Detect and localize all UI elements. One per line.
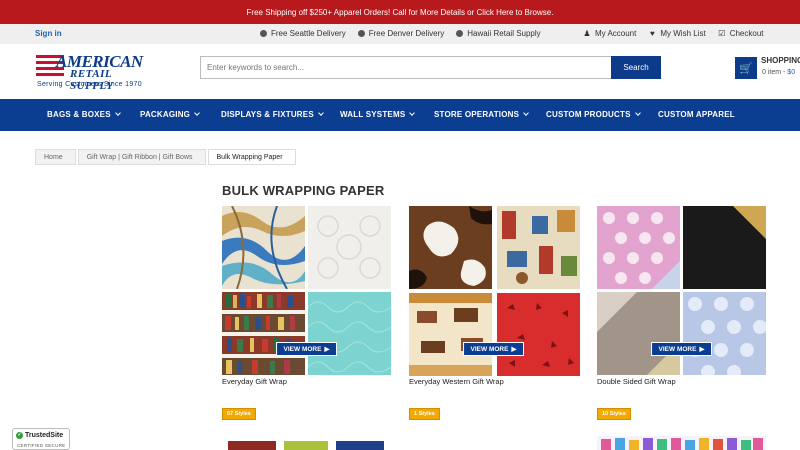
globe-icon xyxy=(357,30,365,37)
chevron-down-icon xyxy=(634,110,641,116)
product-thumbnail xyxy=(597,292,680,375)
nav-custom-apparel[interactable]: CUSTOM APPAREL xyxy=(658,110,735,119)
nav-bags-boxes[interactable]: BAGS & BOXES xyxy=(47,110,121,119)
product-thumbnail xyxy=(683,292,766,375)
play-icon: ▶ xyxy=(511,346,517,353)
user-icon: ♟ xyxy=(583,28,591,38)
product-image-grid[interactable]: VIEW MORE ▶ xyxy=(222,206,391,375)
heart-icon: ♥ xyxy=(649,28,655,38)
styles-badge: 1 Styles xyxy=(409,408,440,420)
product-thumbnail xyxy=(284,441,328,450)
check-icon: ✓ xyxy=(16,432,23,439)
product-thumbnail xyxy=(222,206,305,289)
cart-title[interactable]: SHOPPING xyxy=(761,56,800,65)
checkout-link[interactable]: ☑ Checkout xyxy=(718,28,763,38)
styles-badge: 10 Styles xyxy=(597,408,631,420)
product-thumbnail xyxy=(222,292,305,375)
chevron-down-icon xyxy=(318,110,324,116)
trustedsite-badge[interactable]: ✓ TrustedSite CERTIFIED SECURE xyxy=(12,428,70,450)
view-more-button[interactable]: VIEW MORE ▶ xyxy=(650,342,713,356)
play-icon: ▶ xyxy=(324,346,330,353)
view-more-button[interactable]: VIEW MORE ▶ xyxy=(462,342,525,356)
logo-tagline: Serving Customers Since 1970 xyxy=(37,81,142,88)
styles-badge: 57 Styles xyxy=(222,408,256,420)
search-button[interactable]: Search xyxy=(611,56,661,79)
play-icon: ▶ xyxy=(699,346,705,353)
site-header: AMERICAN RETAIL SUPPLY Serving Customers… xyxy=(0,44,800,99)
product-thumbnail xyxy=(336,441,384,450)
delivery-links: Free Seattle Delivery Free Denver Delive… xyxy=(260,29,541,38)
product-thumbnail xyxy=(597,436,766,450)
nav-displays-fixtures[interactable]: DISPLAYS & FIXTURES xyxy=(221,110,324,119)
product-thumbnail xyxy=(308,292,391,375)
nav-packaging[interactable]: PACKAGING xyxy=(140,110,200,119)
site-logo[interactable]: AMERICAN RETAIL SUPPLY Serving Customers… xyxy=(36,53,146,92)
product-image-grid[interactable]: VIEW MORE ▶ xyxy=(409,206,580,376)
my-account-link[interactable]: ♟ My Account xyxy=(583,29,636,38)
product-thumbnail xyxy=(683,206,766,289)
product-name[interactable]: Everyday Western Gift Wrap xyxy=(409,377,578,386)
denver-delivery-link[interactable]: Free Denver Delivery xyxy=(357,29,444,38)
search-field[interactable] xyxy=(200,56,612,79)
product-thumbnail xyxy=(597,206,680,289)
chevron-down-icon xyxy=(114,110,121,116)
account-links: ♟ My Account ♥ My Wish List ☑ Checkout xyxy=(583,28,763,38)
page-title: BULK WRAPPING PAPER xyxy=(222,183,385,198)
logo-line2: RETAIL SUPPLY xyxy=(70,68,114,92)
product-thumbnail xyxy=(228,441,276,450)
breadcrumb: Home Gift Wrap | Gift Ribbon | Gift Bows… xyxy=(35,149,298,165)
product-thumbnail xyxy=(497,293,580,376)
product-card[interactable]: VIEW MORE ▶ Double Sided Gift Wrap xyxy=(597,206,766,386)
breadcrumb-gift-wrap[interactable]: Gift Wrap | Gift Ribbon | Gift Bows xyxy=(77,149,206,165)
globe-icon xyxy=(260,30,267,37)
chevron-down-icon xyxy=(409,110,416,116)
view-more-button[interactable]: VIEW MORE ▶ xyxy=(275,342,338,356)
product-name[interactable]: Double Sided Gift Wrap xyxy=(597,377,766,386)
promo-banner[interactable]: Free Shipping off $250+ Apparel Orders! … xyxy=(0,0,800,24)
cart-summary[interactable]: 0 item - $0 xyxy=(762,69,795,76)
utility-bar: Sign in Free Seattle Delivery Free Denve… xyxy=(0,24,800,44)
promo-text[interactable]: Free Shipping off $250+ Apparel Orders! … xyxy=(247,8,554,17)
hawaii-supply-link[interactable]: Hawaii Retail Supply xyxy=(456,29,541,38)
chevron-down-icon xyxy=(194,110,200,116)
nav-store-operations[interactable]: STORE OPERATIONS xyxy=(434,110,529,119)
sign-in-link[interactable]: Sign in xyxy=(35,29,62,38)
product-image-grid[interactable]: VIEW MORE ▶ xyxy=(597,206,766,375)
product-card[interactable]: VIEW MORE ▶ Everyday Gift Wrap xyxy=(222,206,391,386)
search-input[interactable] xyxy=(201,57,611,78)
product-thumbnail xyxy=(409,293,492,376)
chevron-down-icon xyxy=(523,110,529,116)
breadcrumb-current: Bulk Wrapping Paper xyxy=(207,149,296,165)
main-nav: BAGS & BOXES PACKAGING DISPLAYS & FIXTUR… xyxy=(0,99,800,131)
cart-icon[interactable]: 🛒 xyxy=(735,57,757,79)
product-thumbnail xyxy=(497,206,580,289)
wish-list-link[interactable]: ♥ My Wish List xyxy=(648,28,706,38)
nav-custom-products[interactable]: CUSTOM PRODUCTS xyxy=(546,110,641,119)
checkbox-icon: ☑ xyxy=(718,28,726,38)
product-name[interactable]: Everyday Gift Wrap xyxy=(222,377,391,386)
seattle-delivery-link[interactable]: Free Seattle Delivery xyxy=(260,29,346,38)
product-thumbnail xyxy=(409,206,492,289)
globe-icon xyxy=(456,30,464,37)
product-thumbnail xyxy=(308,206,391,289)
nav-wall-systems[interactable]: WALL SYSTEMS xyxy=(340,110,416,119)
product-card[interactable]: VIEW MORE ▶ Everyday Western Gift Wrap xyxy=(409,206,580,386)
breadcrumb-home[interactable]: Home xyxy=(35,149,76,165)
